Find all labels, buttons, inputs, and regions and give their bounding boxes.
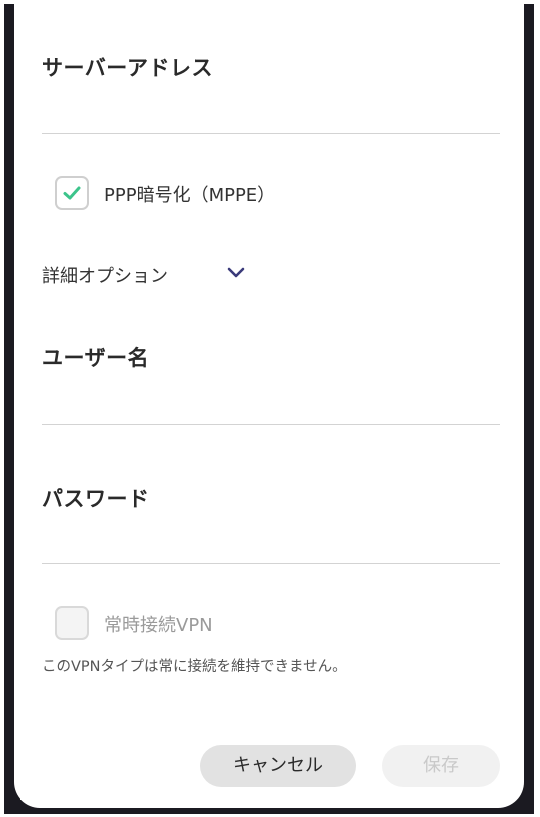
always-on-vpn-checkbox[interactable] bbox=[55, 606, 89, 640]
cancel-button[interactable]: キャンセル bbox=[200, 745, 356, 787]
always-on-vpn-note: このVPNタイプは常に接続を維持できません。 bbox=[42, 659, 347, 675]
ppp-encryption-checkbox[interactable] bbox=[55, 176, 89, 210]
chevron-down-icon[interactable] bbox=[226, 266, 246, 280]
screen: サーバーアドレス PPP暗号化（MPPE） 詳細オプション ユーザー名 パスワー… bbox=[0, 0, 540, 817]
username-field[interactable]: ユーザー名 bbox=[42, 342, 149, 372]
server-address-field[interactable]: サーバーアドレス bbox=[42, 52, 213, 82]
username-underline bbox=[42, 424, 500, 425]
always-on-vpn-label: 常時接続VPN bbox=[104, 615, 213, 636]
advanced-options-toggle[interactable]: 詳細オプション bbox=[42, 262, 168, 288]
checkmark-icon bbox=[63, 186, 81, 200]
password-field[interactable]: パスワード bbox=[42, 483, 150, 513]
password-underline bbox=[42, 563, 500, 564]
ppp-encryption-label[interactable]: PPP暗号化（MPPE） bbox=[104, 181, 275, 207]
server-address-underline bbox=[42, 133, 500, 134]
save-button[interactable]: 保存 bbox=[382, 745, 500, 787]
vpn-settings-dialog: サーバーアドレス PPP暗号化（MPPE） 詳細オプション ユーザー名 パスワー… bbox=[14, 0, 524, 808]
